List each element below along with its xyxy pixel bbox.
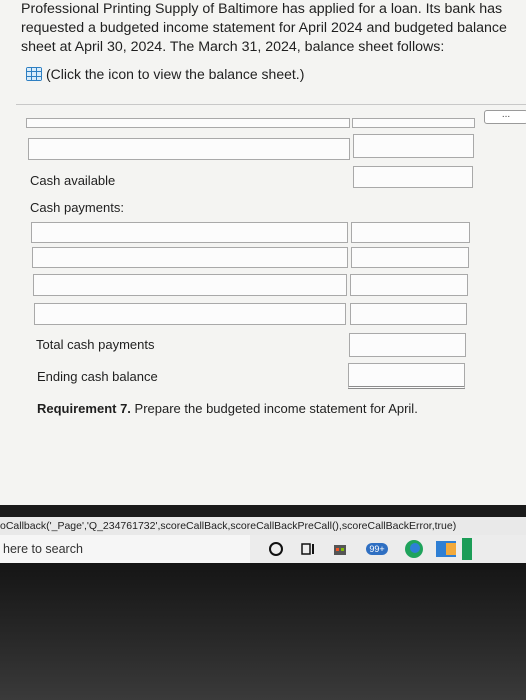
- notification-badge: 99+: [366, 543, 388, 555]
- requirement-7-description: Prepare the budgeted income statement fo…: [130, 401, 418, 416]
- cash-payments-label: Cash payments:: [30, 200, 124, 215]
- payment-amount-input-3[interactable]: [350, 274, 468, 296]
- taskbar-search[interactable]: here to search: [0, 535, 250, 563]
- payment-label-input-1[interactable]: [31, 222, 348, 243]
- mail-icon[interactable]: 99+: [360, 538, 394, 560]
- ending-cash-balance-label: Ending cash balance: [37, 369, 158, 384]
- total-cash-payments-label: Total cash payments: [36, 337, 155, 352]
- payment-label-input-2[interactable]: [32, 247, 348, 268]
- row-amount-input-1[interactable]: [353, 134, 474, 158]
- payment-amount-input-1[interactable]: [351, 222, 470, 243]
- requirement-7-text: Requirement 7. Prepare the budgeted inco…: [37, 401, 418, 416]
- task-view-icon[interactable]: [296, 538, 320, 560]
- store-icon[interactable]: [328, 538, 352, 560]
- taskbar: here to search 99+: [0, 535, 526, 563]
- edge-icon[interactable]: [402, 538, 426, 560]
- balance-sheet-link-text[interactable]: (Click the icon to view the balance shee…: [46, 66, 304, 82]
- payment-label-input-3[interactable]: [33, 274, 347, 296]
- device-bezel: [0, 563, 526, 700]
- intro-text: Professional Printing Supply of Baltimor…: [21, 1, 507, 55]
- balance-sheet-link[interactable]: (Click the icon to view the balance shee…: [26, 66, 304, 82]
- payment-amount-input-4[interactable]: [350, 303, 467, 325]
- table-icon[interactable]: [26, 67, 42, 81]
- cash-available-label: Cash available: [30, 173, 116, 188]
- total-cash-payments-input[interactable]: [349, 333, 466, 357]
- divider: [16, 104, 526, 105]
- ending-cash-balance-input[interactable]: [348, 363, 465, 389]
- more-button[interactable]: ...: [484, 110, 526, 124]
- payment-amount-input-2[interactable]: [351, 247, 469, 268]
- cash-available-input[interactable]: [353, 166, 473, 188]
- payment-label-input-4[interactable]: [34, 303, 346, 325]
- row-amount-input-0[interactable]: [352, 118, 475, 128]
- requirement-7-label: Requirement 7.: [37, 401, 131, 416]
- row-label-input-0[interactable]: [26, 118, 350, 128]
- question-page: Professional Printing Supply of Baltimor…: [0, 0, 526, 505]
- row-label-input-1[interactable]: [28, 138, 350, 160]
- cortana-circle-icon[interactable]: [264, 538, 288, 560]
- app-edge-icon[interactable]: [462, 538, 472, 560]
- outlook-icon[interactable]: [434, 538, 458, 560]
- status-bar: oCallback('_Page','Q_234761732',scoreCal…: [0, 517, 526, 535]
